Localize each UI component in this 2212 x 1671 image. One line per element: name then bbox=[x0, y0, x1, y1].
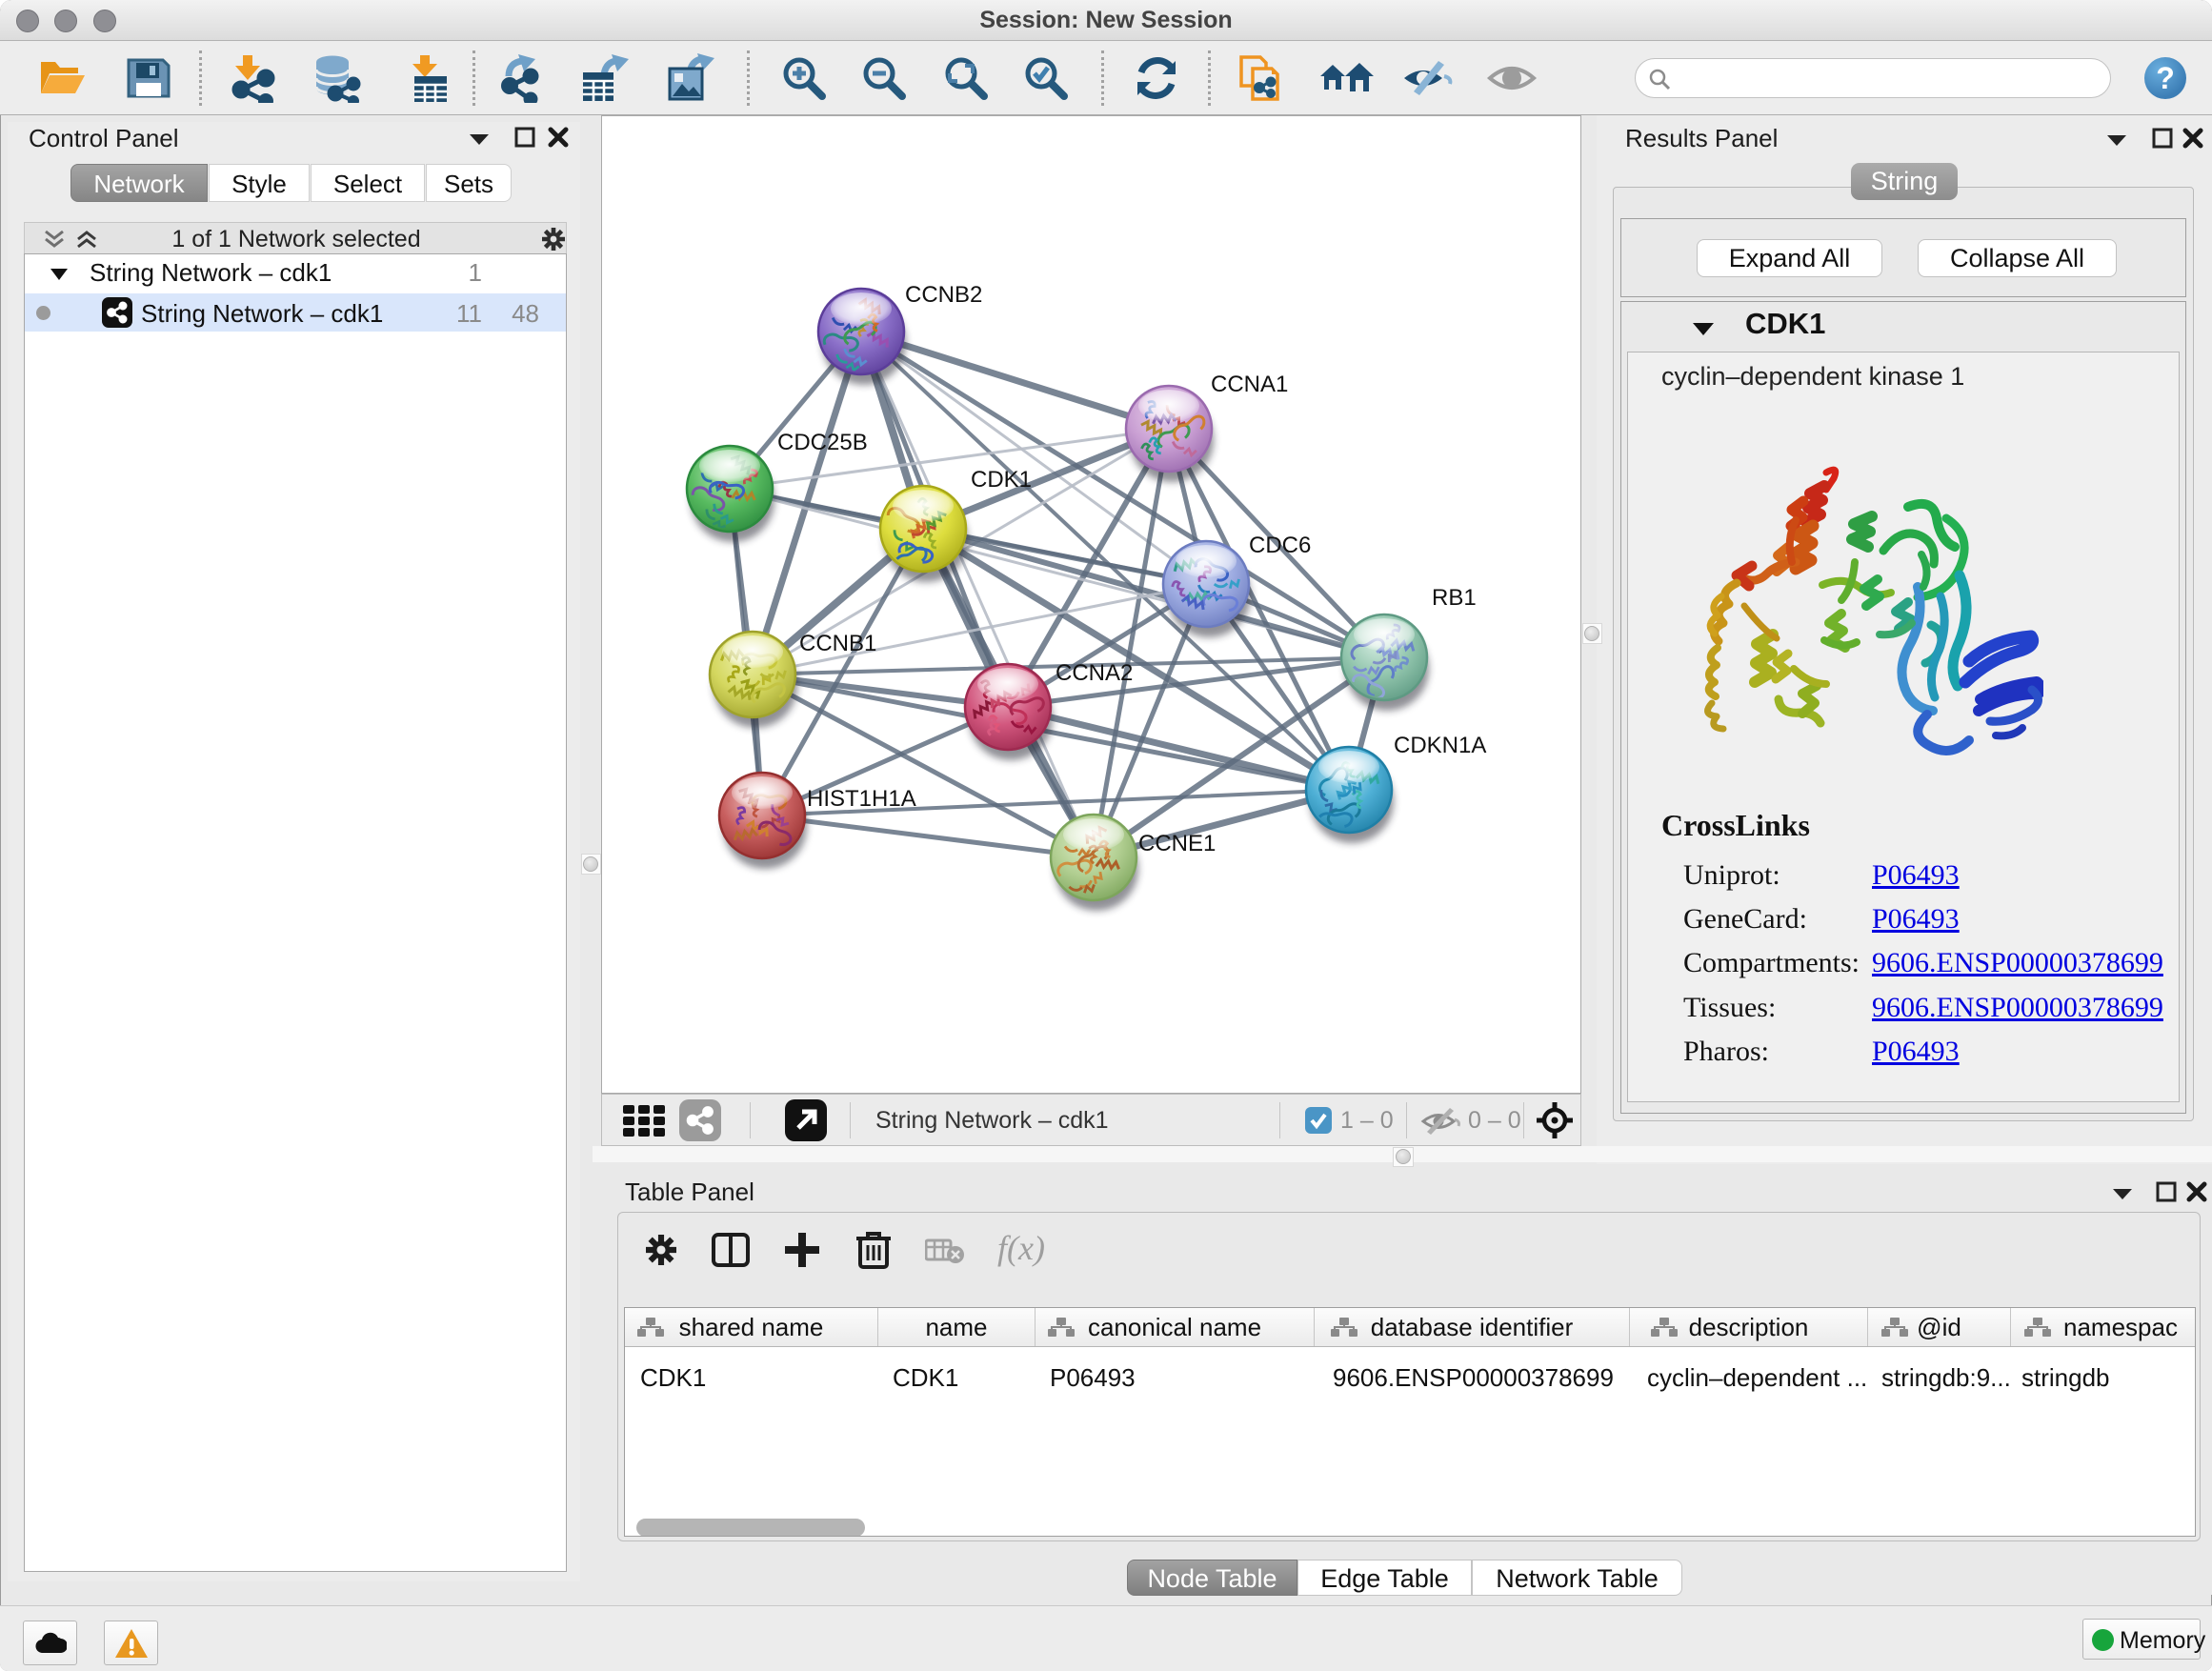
svg-text:CDC25B: CDC25B bbox=[777, 430, 868, 455]
svg-text:CDC6: CDC6 bbox=[1249, 533, 1311, 558]
svg-text:CCNA1: CCNA1 bbox=[1211, 372, 1288, 397]
svg-text:CCNB1: CCNB1 bbox=[799, 631, 876, 656]
svg-text:CCNE1: CCNE1 bbox=[1138, 831, 1216, 856]
svg-text:CDK1: CDK1 bbox=[971, 467, 1032, 493]
svg-text:RB1: RB1 bbox=[1432, 585, 1477, 611]
svg-text:CCNA2: CCNA2 bbox=[1056, 660, 1133, 686]
svg-text:CCNB2: CCNB2 bbox=[905, 282, 982, 308]
svg-text:HIST1H1A: HIST1H1A bbox=[807, 786, 916, 812]
svg-text:CDKN1A: CDKN1A bbox=[1394, 733, 1486, 758]
